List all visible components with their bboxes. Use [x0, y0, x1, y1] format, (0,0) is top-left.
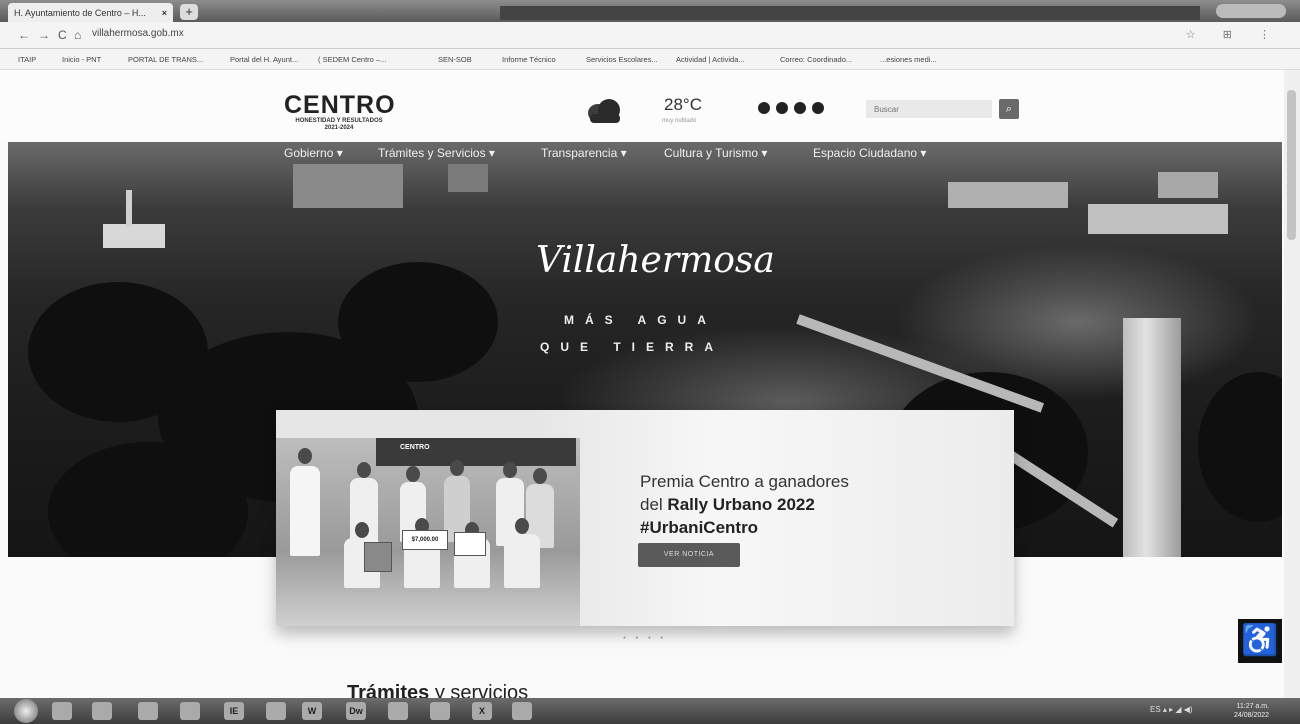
bookmark-item[interactable]: Correo: Coordinado...	[780, 55, 852, 64]
menu-item-espacio-ciudadano[interactable]: Espacio Ciudadano ▾	[813, 146, 926, 160]
reload-icon[interactable]: C	[58, 28, 67, 42]
carousel-dots[interactable]: ● ● ● ●	[623, 635, 667, 641]
taskbar-explorer-icon[interactable]	[52, 702, 72, 720]
menu-item-gobierno[interactable]: Gobierno ▾	[284, 146, 343, 160]
news-headline-line1: Premia Centro a ganadores	[640, 472, 849, 491]
bookmark-item[interactable]: ...esiones medi...	[880, 55, 937, 64]
site-header	[0, 70, 1300, 142]
bookmark-item[interactable]: Informe Técnico	[502, 55, 556, 64]
taskbar-clock[interactable]: 11:27 a.m. 24/08/2022	[1234, 702, 1269, 720]
news-hashtag: #UrbaniCentro	[640, 518, 759, 537]
taskbar-app-icon[interactable]	[138, 702, 158, 720]
cloud-icon	[588, 99, 620, 123]
view-news-button[interactable]: VER NOTICIA	[638, 543, 740, 567]
taskbar-chrome-icon[interactable]	[388, 702, 408, 720]
taskbar-word-icon[interactable]: W	[302, 702, 322, 720]
bookmark-item[interactable]: ( SEDEM Centro –...	[318, 55, 386, 64]
system-tray[interactable]: ES ▴ ▸ ◢ ◀)	[1150, 705, 1193, 714]
browser-tab[interactable]: H. Ayuntamiento de Centro – H... ×	[8, 3, 173, 22]
back-icon[interactable]: ←	[18, 28, 30, 42]
taskbar-app-icon[interactable]	[266, 702, 286, 720]
bookmark-item[interactable]: ITAIP	[18, 55, 36, 64]
bookmark-item[interactable]: Inicio - PNT	[62, 55, 101, 64]
hero-tagline-line1: MÁS AGUA	[564, 313, 717, 327]
taskbar-app-icon[interactable]	[512, 702, 532, 720]
hero-brand: Villahermosa	[536, 240, 775, 281]
photo-check-sign: $7,000.00	[402, 530, 448, 550]
logo-name: CENTRO	[284, 91, 396, 119]
clock-date: 24/08/2022	[1234, 712, 1270, 719]
address-bar: ← → C ⌂ villahermosa.gob.mx ☆ ⊞ ⋮	[0, 22, 1300, 49]
menu-item-tramites[interactable]: Trámites y Servicios ▾	[378, 146, 495, 160]
menu-item-transparencia[interactable]: Transparencia ▾	[541, 146, 627, 160]
news-headline-event: Rally Urbano 2022	[667, 495, 815, 514]
tab-title: H. Ayuntamiento de Centro – H...	[14, 7, 146, 18]
youtube-icon[interactable]	[812, 102, 824, 114]
news-headline-prefix: del	[640, 495, 668, 514]
news-headline[interactable]: Premia Centro a ganadores del Rally Urba…	[640, 470, 849, 539]
tab-bar-background	[500, 6, 1200, 20]
bookmark-item[interactable]: PORTAL DE TRANS...	[128, 55, 203, 64]
new-tab-button[interactable]: +	[180, 4, 198, 20]
search-icon[interactable]: ⌕	[999, 99, 1019, 119]
accessibility-icon[interactable]: ♿	[1238, 619, 1282, 663]
bookmark-item[interactable]: Actividad | Activida...	[676, 55, 745, 64]
scrollbar-thumb[interactable]	[1287, 90, 1296, 240]
taskbar-grid-icon[interactable]	[180, 702, 200, 720]
hero-tagline-line2: QUE TIERRA	[540, 340, 725, 354]
window-controls[interactable]	[1216, 4, 1286, 18]
url-field[interactable]: villahermosa.gob.mx	[92, 28, 184, 39]
facebook-icon[interactable]	[758, 102, 770, 114]
bookmark-item[interactable]: Portal del H. Ayunt...	[230, 55, 298, 64]
search-input[interactable]	[866, 100, 992, 118]
logo-years: 2021-2024	[324, 125, 354, 131]
taskbar-ie-icon[interactable]: IE	[224, 702, 244, 720]
taskbar-excel-icon[interactable]: X	[472, 702, 492, 720]
site-logo[interactable]: CENTRO HONESTIDAD Y RESULTADOS 2021-2024	[284, 91, 396, 132]
weather-condition: muy nublado	[662, 118, 697, 124]
menu-item-cultura[interactable]: Cultura y Turismo ▾	[664, 146, 767, 160]
bookmark-item[interactable]: Servicios Escolares...	[586, 55, 658, 64]
home-icon[interactable]: ⌂	[74, 28, 81, 42]
photo-banner-text: CENTRO	[400, 444, 430, 451]
twitter-icon[interactable]	[776, 102, 788, 114]
bookmark-item[interactable]: SEN-SOB	[438, 55, 472, 64]
taskbar-dreamweaver-icon[interactable]: Dw	[346, 702, 366, 720]
news-photo[interactable]: CENTRO $7,000.00	[276, 438, 580, 626]
instagram-icon[interactable]	[794, 102, 806, 114]
os-taskbar: IE W Dw X ES ▴ ▸ ◢ ◀) 11:27 a.m. 24/08/2…	[0, 698, 1300, 724]
clock-time: 11:27 a.m.	[1236, 703, 1270, 710]
bookmarks-bar: ITAIP Inicio - PNT PORTAL DE TRANS... Po…	[0, 49, 1300, 70]
start-button[interactable]	[14, 699, 38, 723]
address-bar-actions[interactable]: ☆ ⊞ ⋮	[1186, 28, 1282, 41]
tab-close-icon[interactable]: ×	[162, 8, 167, 18]
taskbar-app-icon[interactable]	[430, 702, 450, 720]
weather-temperature: 28°C	[664, 95, 702, 114]
forward-icon[interactable]: →	[38, 28, 50, 42]
browser-tab-bar: H. Ayuntamiento de Centro – H... × +	[0, 0, 1300, 22]
logo-tagline: HONESTIDAD Y RESULTADOS	[295, 118, 383, 124]
taskbar-folder-icon[interactable]	[92, 702, 112, 720]
